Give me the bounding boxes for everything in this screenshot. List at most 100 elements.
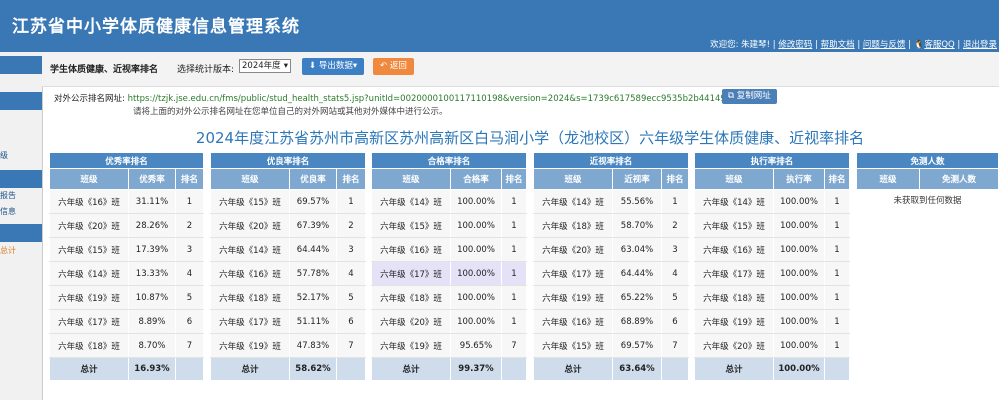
- total-value: 99.37%: [450, 357, 502, 381]
- table-row: 六年级《19》班 65.22% 5: [533, 285, 689, 310]
- table-row: 六年级《16》班 57.78% 4: [210, 261, 366, 286]
- rate-cell: 100.00%: [773, 189, 825, 214]
- rate-cell: 8.89%: [128, 309, 176, 334]
- table-row-highlighted: 六年级《17》班 100.00% 1: [371, 261, 527, 286]
- rate-cell: 69.57%: [289, 189, 337, 214]
- column-header: 排名: [661, 168, 689, 190]
- rank-cell: 6: [336, 309, 366, 334]
- rate-cell: 100.00%: [450, 285, 502, 310]
- table-row: 六年级《20》班 67.39% 2: [210, 213, 366, 238]
- table-row: 六年级《19》班 47.83% 7: [210, 333, 366, 358]
- sidebar-section-block[interactable]: [0, 224, 42, 242]
- total-label: 总计: [533, 357, 613, 381]
- sidebar-section-block[interactable]: [0, 56, 42, 74]
- ranking-title: 2024年度江苏省苏州市高新区苏州高新区白马涧小学（龙池校区）六年级学生体质健康…: [195, 129, 865, 147]
- rate-cell: 64.44%: [612, 261, 662, 286]
- rank-cell: 4: [175, 261, 204, 286]
- class-cell: 六年级《14》班: [371, 189, 451, 214]
- table-row: 六年级《19》班 100.00% 1: [694, 309, 850, 334]
- rank-cell: 7: [336, 333, 366, 358]
- rate-cell: 31.11%: [128, 189, 176, 214]
- rate-cell: 17.39%: [128, 237, 176, 262]
- table-row: 六年级《14》班 64.44% 3: [210, 237, 366, 262]
- total-row: 总计 100.00%: [694, 357, 850, 381]
- total-row: 总计 58.62%: [210, 357, 366, 381]
- rank-cell: 1: [824, 285, 850, 310]
- rank-cell: 3: [336, 237, 366, 262]
- rank-cell: 1: [824, 309, 850, 334]
- back-button[interactable]: ↶ 返回: [373, 58, 414, 75]
- total-label: 总计: [371, 357, 451, 381]
- total-row: 总计 16.93%: [49, 357, 204, 381]
- class-cell: 六年级《20》班: [49, 213, 129, 238]
- column-header: 排名: [336, 168, 366, 190]
- table-row: 六年级《14》班 100.00% 1: [694, 189, 850, 214]
- rank-cell: 2: [661, 213, 689, 238]
- table-caption: 合格率排名: [371, 152, 527, 169]
- class-cell: 六年级《18》班: [533, 213, 613, 238]
- public-url-note: 请将上面的对外公示排名网址在您单位自己的对外网站或其他对外媒体中进行公示。: [133, 107, 448, 117]
- table-row: 六年级《19》班 10.87% 5: [49, 285, 204, 310]
- customer-qq-link[interactable]: 客服QQ: [924, 40, 954, 50]
- column-header: 班级: [210, 168, 290, 190]
- table-caption: 执行率排名: [694, 152, 850, 169]
- table-row: 六年级《14》班 13.33% 4: [49, 261, 204, 286]
- table-row: 六年级《15》班 69.57% 1: [210, 189, 366, 214]
- sidebar-section-block[interactable]: [0, 92, 42, 110]
- table-row: 六年级《16》班 100.00% 1: [694, 237, 850, 262]
- rate-cell: 51.11%: [289, 309, 337, 334]
- user-links: 欢迎您: 朱建琴! | 修改密码 | 帮助文档 | 问题与反馈 | 🐧客服QQ …: [710, 40, 997, 50]
- column-header: 班级: [49, 168, 129, 190]
- rank-cell: 1: [824, 213, 850, 238]
- rate-cell: 100.00%: [773, 333, 825, 358]
- class-cell: 六年级《20》班: [694, 333, 774, 358]
- rank-cell: 1: [501, 213, 527, 238]
- empty-row: 未获取到任何数据: [856, 189, 999, 211]
- rank-cell: 1: [824, 333, 850, 358]
- rate-cell: 100.00%: [773, 309, 825, 334]
- sidebar-item-total[interactable]: 总计: [0, 245, 16, 256]
- table-row: 六年级《14》班 55.56% 1: [533, 189, 689, 214]
- class-cell: 六年级《16》班: [210, 261, 290, 286]
- rate-cell: 100.00%: [450, 189, 502, 214]
- change-password-link[interactable]: 修改密码: [778, 40, 812, 50]
- table-row: 六年级《20》班 63.04% 3: [533, 237, 689, 262]
- good-rate-table: 优良率排名 班级 优良率 排名 六年级《15》班 69.57% 1 六年级《20》班…: [210, 152, 366, 381]
- class-cell: 六年级《20》班: [371, 309, 451, 334]
- table-row: 六年级《17》班 100.00% 1: [694, 261, 850, 286]
- table-row: 六年级《15》班 100.00% 1: [694, 213, 850, 238]
- rank-cell: 1: [501, 189, 527, 214]
- table-caption: 优秀率排名: [49, 152, 204, 169]
- class-cell: 六年级《18》班: [49, 333, 129, 358]
- rank-cell: 1: [175, 189, 204, 214]
- public-url-link[interactable]: https://tzjk.jse.edu.cn/fms/public/stud_…: [128, 94, 758, 104]
- copy-url-button[interactable]: ⧉ 复制网址: [722, 89, 777, 104]
- sidebar: 级 报告 信息 总计: [0, 52, 43, 400]
- page-title: 学生体质健康、近视率排名: [50, 65, 159, 75]
- public-url-label: 对外公示排名网址:: [54, 94, 125, 104]
- sidebar-item-report[interactable]: 报告: [0, 190, 16, 201]
- help-docs-link[interactable]: 帮助文档: [821, 40, 855, 50]
- class-cell: 六年级《17》班: [210, 309, 290, 334]
- table-row: 六年级《14》班 100.00% 1: [371, 189, 527, 214]
- export-button[interactable]: ⬇ 导出数据▾: [302, 58, 365, 75]
- total-row: 总计 99.37%: [371, 357, 527, 381]
- rate-cell: 100.00%: [773, 237, 825, 262]
- class-cell: 六年级《15》班: [49, 237, 129, 262]
- table-row: 六年级《17》班 51.11% 6: [210, 309, 366, 334]
- class-cell: 六年级《16》班: [49, 189, 129, 214]
- class-cell: 六年级《15》班: [694, 213, 774, 238]
- feedback-link[interactable]: 问题与反馈: [863, 40, 906, 50]
- column-header: 优秀率: [128, 168, 176, 190]
- back-button-label: 返回: [389, 61, 407, 71]
- class-cell: 六年级《19》班: [533, 285, 613, 310]
- sidebar-item-info[interactable]: 信息: [0, 206, 16, 217]
- logout-link[interactable]: 退出登录: [963, 40, 997, 50]
- version-select[interactable]: 2024年度 ▾: [239, 59, 291, 73]
- qq-icon: 🐧: [913, 40, 925, 50]
- column-header: 班级: [694, 168, 774, 190]
- sidebar-item-grade[interactable]: 级: [0, 150, 8, 161]
- rank-cell: 2: [175, 213, 204, 238]
- rate-cell: 65.22%: [612, 285, 662, 310]
- sidebar-section-block[interactable]: [0, 170, 42, 188]
